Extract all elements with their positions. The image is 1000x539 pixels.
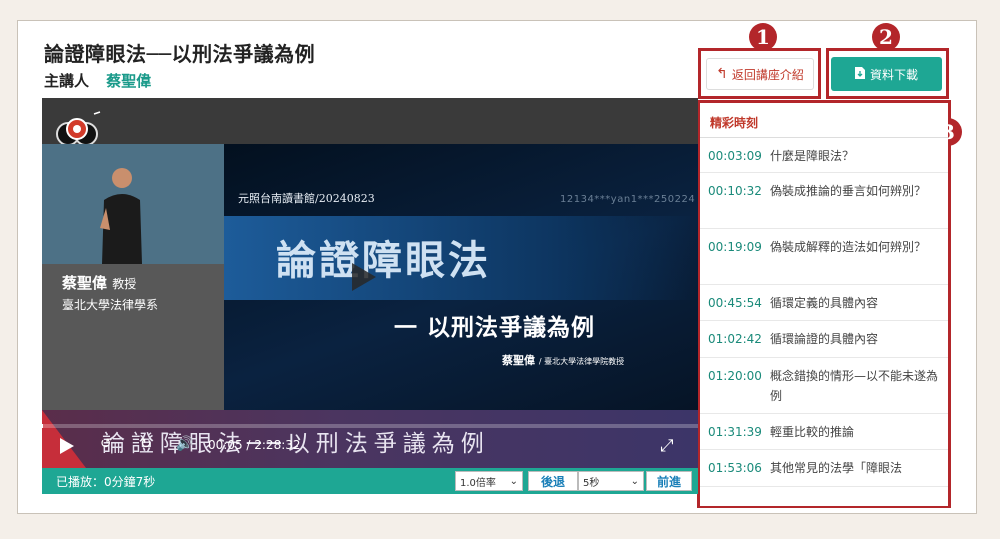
playback-status-bar: 已播放：0分鐘7秒 1.0倍率 ⌄ 後退 5秒 ⌄ 前進 [42,468,698,494]
seek-forward-button[interactable]: 前進 [646,471,692,491]
highlight-time: 00:10:32 [708,184,762,198]
speaker-name-link[interactable]: 蔡聖偉 [106,72,151,90]
highlight-time: 01:31:39 [708,425,762,439]
chevron-down-icon: ⌄ [509,475,518,487]
chevron-down-icon: ⌄ [630,475,639,487]
highlight-text: 循環定義的具體內容 [770,296,879,310]
highlight-item[interactable]: 01:53:06 其他常見的法學「障眼法 [700,450,948,487]
highlight-time: 00:03:09 [708,149,762,163]
highlight-item[interactable]: 01:20:00 概念錯換的情形—以不能未遂為例 [700,358,948,414]
highlight-item[interactable]: 01:31:39 輕重比較的推論 [700,414,948,450]
annotation-box-2 [826,48,949,99]
seek-interval-select[interactable]: 5秒 ⌄ [578,471,644,491]
lecturer-figure [100,168,142,264]
big-play-icon[interactable] [352,263,376,291]
forward-icon[interactable]: ↻ [140,436,152,452]
speed-value: 1.0倍率 [460,477,496,489]
annotation-box-1 [698,48,821,99]
highlight-item[interactable]: 00:19:09 偽裝成解釋的造法如何辨別？ [700,229,948,285]
highlight-text: 其他常見的法學「障眼法 [770,461,903,475]
speaker-label: 主講人 [44,72,90,90]
highlight-text: 輕重比較的推論 [770,425,855,439]
presentation-slide: 元照台南讀書館/20240823 12134***yan1***250224 論… [224,144,698,410]
highlight-time: 01:02:42 [708,332,762,346]
highlight-item[interactable]: 01:02:42 循環論證的具體內容 [700,321,948,358]
progress-fill [42,424,43,428]
highlight-time: 01:53:06 [708,461,762,475]
lecturer-caption: 蔡聖偉 教授 臺北大學法律學系 [42,264,224,410]
highlight-time: 00:19:09 [708,240,762,254]
highlight-text: 偽裝成解釋的造法如何辨別？ [770,240,927,254]
progress-bar[interactable] [42,424,698,428]
seek-value: 5秒 [583,477,600,489]
highlight-item[interactable]: 00:03:09 什麼是障眼法？ [700,138,948,173]
slide-watermark: 12134***yan1***250224 [560,194,696,205]
highlights-header: 精彩時刻 [700,104,948,138]
lecturer-camera [42,144,224,264]
slide-author: 蔡聖偉 / 臺北大學法律學院教授 [502,354,625,367]
highlight-item[interactable]: 00:10:32 偽裝成推論的垂言如何辨別？ [700,173,948,229]
highlight-text: 概念錯換的情形—以不能未遂為例 [770,369,939,403]
annotation-badge-2: 2 [872,23,900,51]
slide-title-sub: 一 以刑法爭議為例 [394,315,596,341]
slide-title-main: 論證障眼法 [276,237,491,284]
highlight-text: 循環論證的具體內容 [770,332,879,346]
video-player[interactable]: 蔡聖偉 教授 臺北大學法律學系 元照台南讀書館/20240823 12134**… [42,98,698,468]
slide-library-text: 元照台南讀書館/20240823 [238,192,375,205]
highlight-text: 什麼是障眼法？ [770,149,855,163]
lecturer-dept: 臺北大學法律學系 [62,298,159,312]
play-icon[interactable] [60,438,74,454]
seek-back-button[interactable]: 後退 [528,471,578,491]
time-display: 00:05 / 2:28:32 [208,438,301,452]
lecturer-name: 蔡聖偉 教授 [62,274,137,292]
highlights-panel: 精彩時刻 00:03:09 什麼是障眼法？ 00:10:32 偽裝成推論的垂言如何辨別… [700,104,948,506]
speed-select[interactable]: 1.0倍率 ⌄ [455,471,523,491]
annotation-badge-1: 1 [749,23,777,51]
highlights-list: 00:03:09 什麼是障眼法？ 00:10:32 偽裝成推論的垂言如何辨別？ 00:1… [700,138,948,487]
highlight-time: 01:20:00 [708,369,762,383]
page-title: 論證障眼法──以刑法爭議為例 [44,42,316,66]
highlight-item[interactable]: 00:45:54 循環定義的具體內容 [700,285,948,321]
played-time: 已播放：0分鐘7秒 [56,475,156,489]
rewind-icon[interactable]: ↺ [100,436,112,452]
highlight-time: 00:45:54 [708,296,762,310]
volume-icon[interactable]: 🔊 [176,436,193,452]
fullscreen-icon[interactable]: ⤢ [660,436,674,456]
highlight-text: 偽裝成推論的垂言如何辨別？ [770,184,927,198]
speaker-row: 主講人 蔡聖偉 [44,70,151,91]
